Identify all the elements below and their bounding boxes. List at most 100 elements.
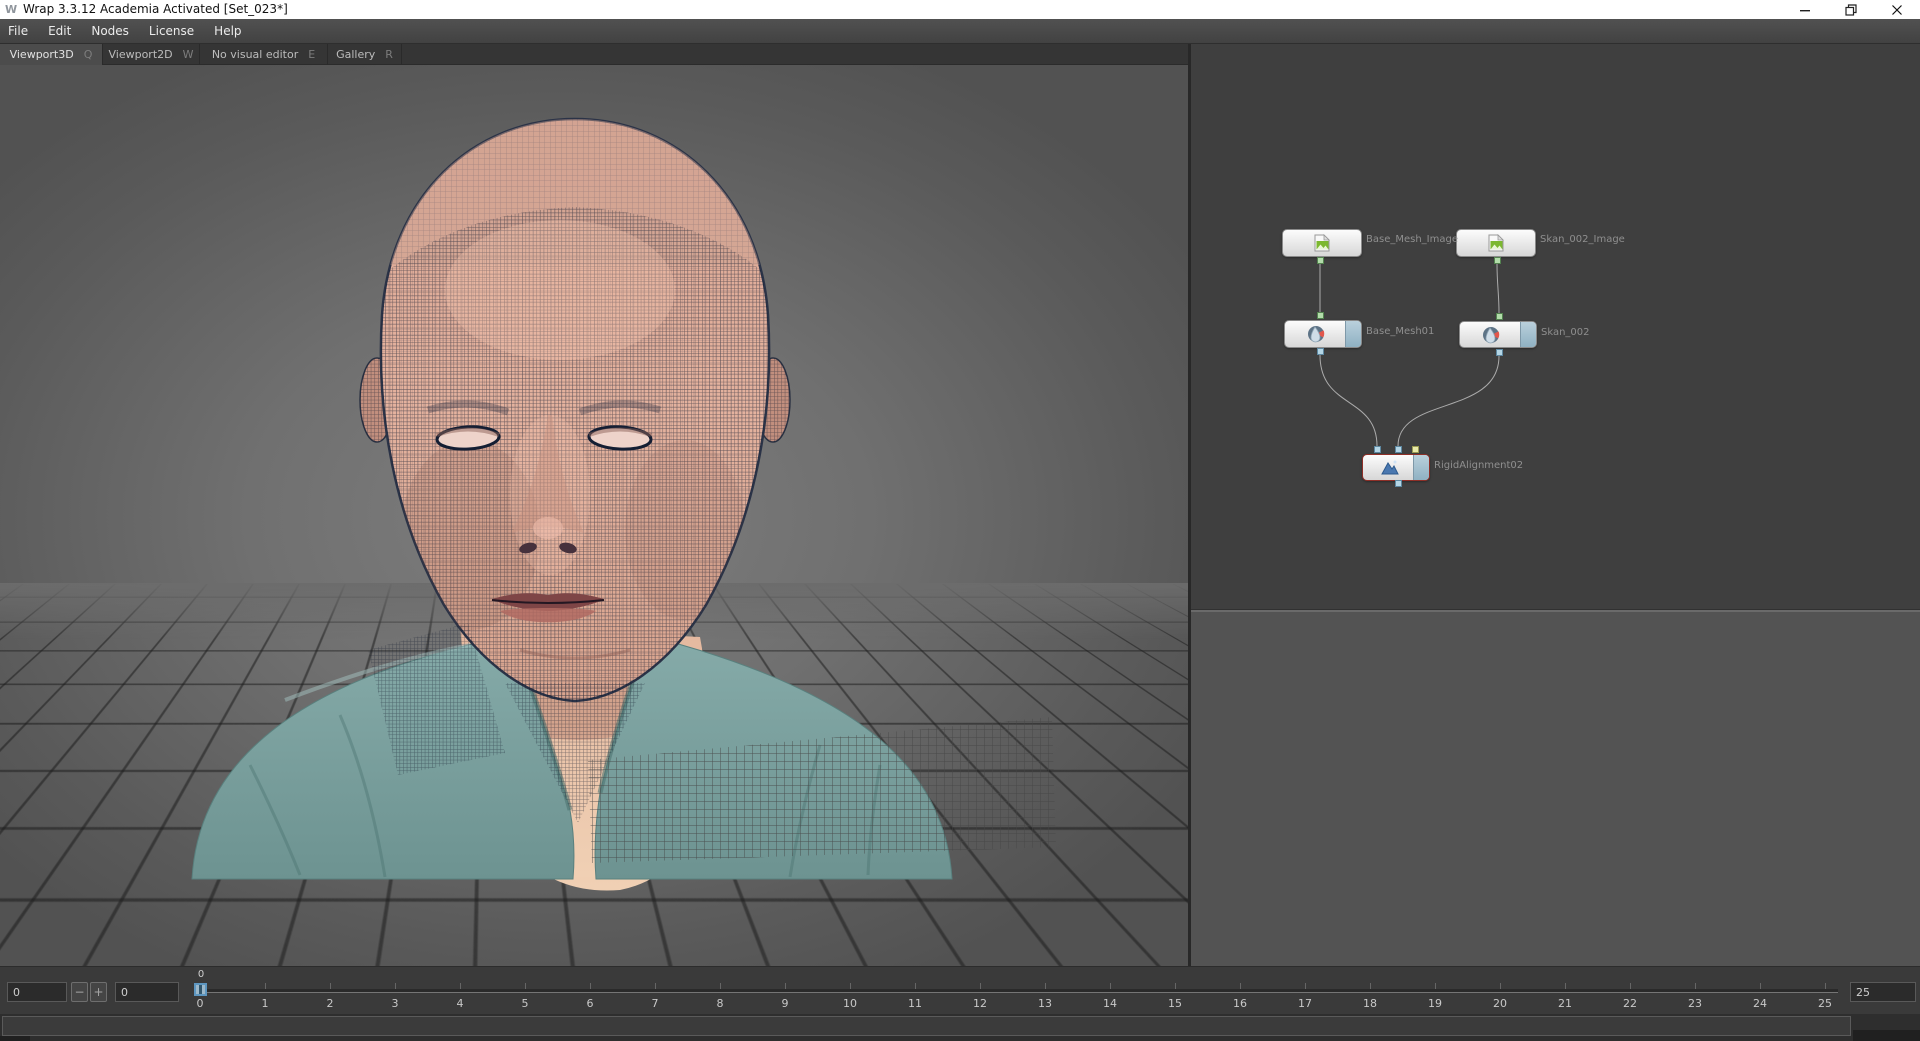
tick-label: 2 [315, 997, 345, 1010]
tick-label: 3 [380, 997, 410, 1010]
tab-no-visual-editor[interactable]: No visual editor E [200, 44, 328, 65]
node-graph-editor[interactable]: Base_Mesh_Image Skan_002_Image Base_Mesh… [1191, 44, 1920, 609]
node-rigid-alignment02[interactable] [1362, 454, 1430, 481]
frame-decrement-button[interactable]: − [71, 982, 88, 1002]
restore-button[interactable] [1828, 0, 1874, 19]
output-port[interactable] [1496, 349, 1503, 356]
status-message-panel [2, 1016, 1851, 1036]
tick-label: 11 [900, 997, 930, 1010]
mountain-icon [1380, 458, 1400, 478]
window-controls [1782, 0, 1920, 19]
tick-mark [1370, 983, 1371, 989]
resize-grip[interactable] [1853, 1030, 1920, 1041]
close-icon [1891, 4, 1903, 16]
menu-file[interactable]: File [0, 19, 38, 44]
menu-license[interactable]: License [139, 19, 204, 44]
output-port-geometry[interactable] [1317, 257, 1324, 264]
tick-label: 14 [1095, 997, 1125, 1010]
tick-label: 10 [835, 997, 865, 1010]
frame-increment-button[interactable]: + [90, 982, 107, 1002]
tick-mark [1760, 983, 1761, 989]
start-frame-input[interactable] [115, 982, 179, 1002]
tick-mark [850, 983, 851, 989]
tick-label: 16 [1225, 997, 1255, 1010]
close-button[interactable] [1874, 0, 1920, 19]
node-skan-002-image[interactable] [1456, 229, 1536, 257]
node-base-mesh01[interactable] [1284, 320, 1362, 348]
tick-label: 0 [185, 997, 215, 1010]
menu-nodes[interactable]: Nodes [81, 19, 139, 44]
input-port[interactable] [1395, 446, 1402, 453]
tab-viewport2d[interactable]: Viewport2D W [103, 44, 200, 65]
current-frame-input[interactable] [7, 982, 67, 1002]
output-port[interactable] [1395, 480, 1402, 487]
tab-gallery[interactable]: Gallery R [328, 44, 402, 65]
mesh-icon [1306, 324, 1326, 344]
tick-mark [1110, 983, 1111, 989]
tick-mark [395, 983, 396, 989]
application-window: W Wrap 3.3.12 Academia Activated [Set_02… [0, 0, 1920, 1041]
window-title: Wrap 3.3.12 Academia Activated [Set_023*… [23, 0, 288, 19]
tick-mark [525, 983, 526, 989]
tick-label: 12 [965, 997, 995, 1010]
viewport-3d-canvas[interactable] [0, 65, 1189, 968]
tick-mark [1045, 983, 1046, 989]
image-file-icon [1486, 233, 1506, 253]
mesh-icon [1481, 325, 1501, 345]
tick-label: 1 [250, 997, 280, 1010]
tick-label: 8 [705, 997, 735, 1010]
end-frame-input[interactable] [1850, 982, 1916, 1002]
tick-label: 15 [1160, 997, 1190, 1010]
tick-mark [1630, 983, 1631, 989]
tab-viewport3d[interactable]: Viewport3D Q [0, 44, 103, 65]
tab-label: Viewport2D [108, 48, 172, 61]
tick-label: 5 [510, 997, 540, 1010]
tab-shortcut: W [183, 48, 194, 61]
node-label: Base_Mesh_Image [1366, 234, 1458, 245]
tick-mark [1695, 983, 1696, 989]
output-port-geometry[interactable] [1494, 257, 1501, 264]
tab-label: Gallery [336, 48, 375, 61]
head-scan-mesh [0, 65, 1189, 968]
tick-label: 23 [1680, 997, 1710, 1010]
node-skan-002[interactable] [1459, 321, 1537, 348]
timeline-playhead[interactable] [194, 983, 207, 996]
tick-label: 9 [770, 997, 800, 1010]
tick-mark [980, 983, 981, 989]
input-port[interactable] [1374, 446, 1381, 453]
input-port[interactable] [1317, 312, 1324, 319]
tab-shortcut: E [308, 48, 315, 61]
minimize-icon [1799, 4, 1811, 16]
bottom-edge-block [0, 1036, 30, 1041]
node-label: RigidAlignment02 [1434, 460, 1523, 471]
tab-label: Viewport3D [10, 48, 74, 61]
input-port[interactable] [1496, 313, 1503, 320]
tick-label: 24 [1745, 997, 1775, 1010]
node-properties-panel [1191, 612, 1920, 968]
minimize-button[interactable] [1782, 0, 1828, 19]
viewport-tabbar: Viewport3D Q Viewport2D W No visual edit… [0, 44, 1189, 65]
tick-label: 4 [445, 997, 475, 1010]
tick-label: 21 [1550, 997, 1580, 1010]
tab-shortcut: R [385, 48, 393, 61]
tick-label: 17 [1290, 997, 1320, 1010]
tab-shortcut: Q [84, 48, 93, 61]
menubar: File Edit Nodes License Help [0, 19, 1920, 44]
titlebar: W Wrap 3.3.12 Academia Activated [Set_02… [0, 0, 1920, 19]
node-label: Skan_002 [1541, 327, 1590, 338]
menu-edit[interactable]: Edit [38, 19, 81, 44]
node-base-mesh-image[interactable] [1282, 229, 1362, 257]
output-port[interactable] [1317, 348, 1324, 355]
tick-mark [785, 983, 786, 989]
node-side-section [1413, 455, 1429, 480]
tick-label: 18 [1355, 997, 1385, 1010]
tick-label: 7 [640, 997, 670, 1010]
timeline-track[interactable] [195, 989, 1838, 993]
tick-mark [590, 983, 591, 989]
tick-mark [1240, 983, 1241, 989]
menu-help[interactable]: Help [204, 19, 251, 44]
input-port-optional[interactable] [1412, 446, 1419, 453]
tick-mark [265, 983, 266, 989]
statusbar [0, 1014, 1920, 1041]
tick-label: 19 [1420, 997, 1450, 1010]
